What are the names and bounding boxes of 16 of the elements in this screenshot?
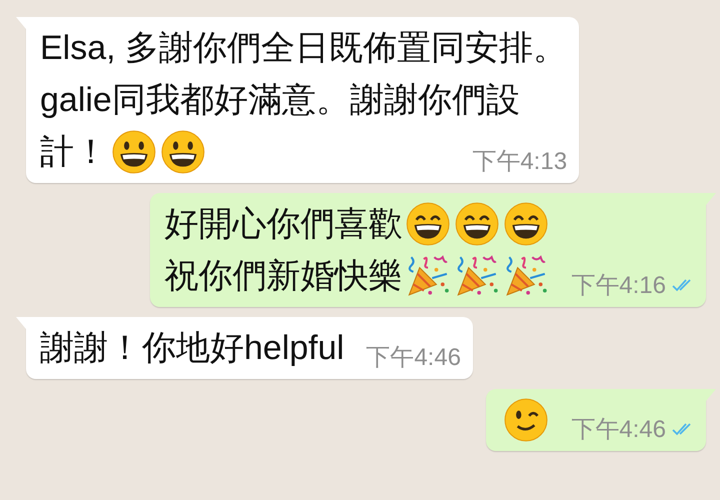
grinning-face-icon xyxy=(405,201,452,247)
message-text: 好開心你們喜歡 xyxy=(164,204,402,245)
message-text: 計！ xyxy=(40,132,108,173)
grinning-face-icon xyxy=(454,201,500,247)
message-text: galie同我都好滿意。謝謝你們設 xyxy=(40,80,520,121)
winking-face-icon xyxy=(503,397,550,443)
message-text: 祝你們新婚快樂 xyxy=(164,256,402,297)
message-time: 下午4:46 xyxy=(571,415,666,445)
message-text: Elsa, 多謝你們全日既佈置同安排。 xyxy=(40,28,568,69)
grinning-face-icon xyxy=(160,129,206,175)
message-time: 下午4:16 xyxy=(571,271,666,301)
message-time: 下午4:46 xyxy=(366,343,461,373)
grinning-face-icon xyxy=(111,129,157,175)
grinning-face-icon xyxy=(503,201,550,247)
message-text: 謝謝！你地好helpful xyxy=(40,328,344,369)
message-time: 下午4:13 xyxy=(472,147,568,177)
